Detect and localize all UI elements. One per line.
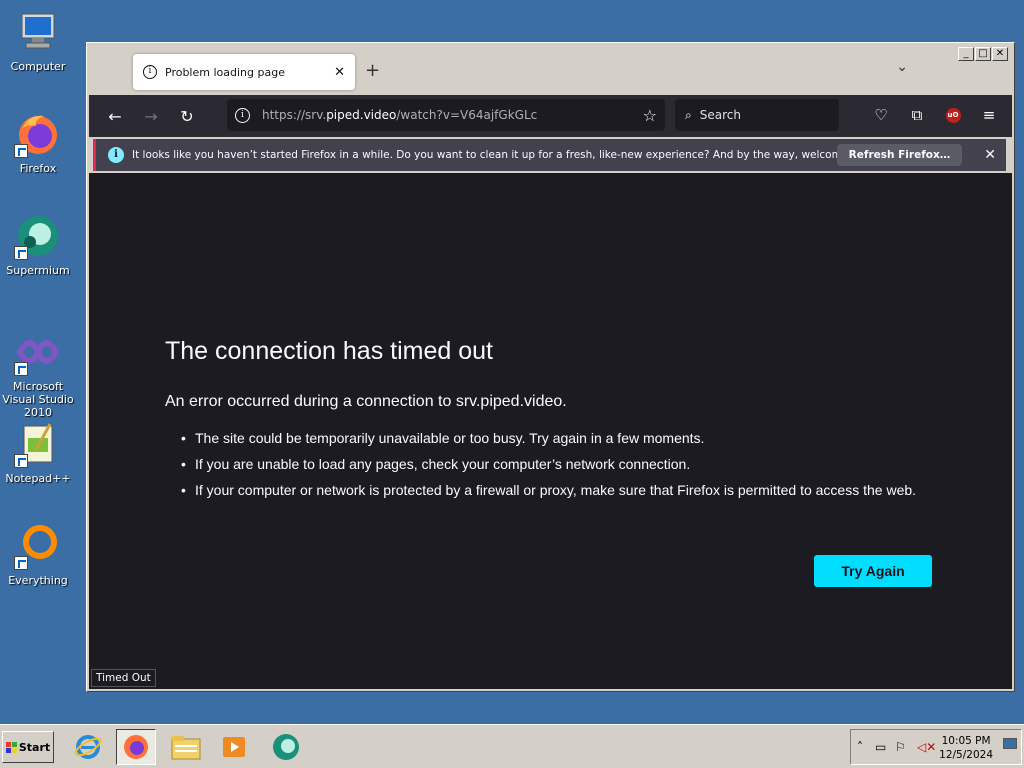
- shortcut-arrow-icon: [14, 144, 28, 158]
- ublock-origin-icon[interactable]: uO: [939, 101, 967, 129]
- close-tab-icon[interactable]: ✕: [334, 65, 345, 80]
- taskbar-supermium[interactable]: [266, 729, 306, 765]
- show-desktop-icon[interactable]: [1003, 738, 1017, 752]
- url-host: piped.video: [326, 108, 397, 122]
- taskbar-firefox[interactable]: [116, 729, 156, 765]
- tab-problem-loading[interactable]: i Problem loading page ✕: [133, 54, 355, 90]
- action-center-flag-icon[interactable]: ⚐: [895, 740, 906, 754]
- error-title: The connection has timed out: [165, 337, 493, 365]
- network-icon[interactable]: ▭: [875, 740, 886, 754]
- clock[interactable]: 10:05 PM 12/5/2024: [939, 734, 993, 762]
- close-notification-icon[interactable]: ✕: [984, 147, 996, 163]
- url-path: /watch?v=V64ajfGkGLc: [396, 108, 538, 122]
- search-placeholder: Search: [699, 108, 741, 122]
- show-hidden-icons-chevron-up-icon[interactable]: ˄: [857, 740, 863, 754]
- pocket-icon[interactable]: ♡: [867, 101, 895, 129]
- shortcut-arrow-icon: [14, 246, 28, 260]
- start-label: Start: [18, 740, 51, 754]
- try-again-button[interactable]: Try Again: [814, 555, 932, 587]
- media-player-icon: [223, 737, 245, 757]
- shortcut-arrow-icon: [14, 556, 28, 570]
- windows-logo-icon: [5, 741, 17, 753]
- desktop-icon-label: Supermium: [6, 264, 70, 277]
- shortcut-arrow-icon: [14, 362, 28, 376]
- supermium-icon: [273, 734, 299, 760]
- desktop-icon-notepad-plus-plus[interactable]: Notepad++: [0, 420, 76, 485]
- reload-icon[interactable]: ↻: [169, 100, 205, 132]
- info-icon: i: [108, 147, 124, 163]
- firefox-icon: [124, 735, 148, 759]
- start-button[interactable]: Start: [2, 731, 54, 763]
- hamburger-menu-icon[interactable]: ≡: [975, 101, 1003, 129]
- supermium-icon: [14, 212, 62, 260]
- back-arrow-icon[interactable]: ←: [97, 100, 133, 132]
- refresh-firefox-button[interactable]: Refresh Firefox…: [836, 144, 963, 166]
- file-explorer-icon: [171, 736, 201, 760]
- search-input[interactable]: ⌕ Search: [675, 99, 839, 131]
- desktop-icon-computer[interactable]: Computer: [0, 8, 76, 73]
- status-panel: Timed Out: [91, 669, 156, 687]
- error-suggestions: The site could be temporarily unavailabl…: [181, 429, 941, 507]
- navigation-toolbar: ← → ↻ i https://srv. piped.video/watch?v=…: [89, 95, 1012, 137]
- tab-strip: i Problem loading page ✕ + ⌄: [89, 45, 1012, 95]
- list-item: If you are unable to load any pages, che…: [181, 455, 941, 473]
- desktop-icon-everything[interactable]: Everything: [0, 522, 76, 587]
- taskbar-media-player[interactable]: [214, 729, 254, 765]
- list-all-tabs-chevron-down-icon[interactable]: ⌄: [896, 59, 908, 75]
- internet-explorer-icon: [74, 735, 102, 759]
- system-tray: ˄ ▭ ⚐ ◁✕ 10:05 PM 12/5/2024: [850, 729, 1022, 765]
- desktop-icon-label: Everything: [8, 574, 68, 587]
- firefox-window: i Problem loading page ✕ + ⌄ _ □ ✕ ← → ↻…: [86, 42, 1015, 692]
- shortcut-arrow-icon: [14, 454, 28, 468]
- desktop-icon-label: Firefox: [19, 162, 57, 175]
- url-scheme: https://srv.: [262, 108, 327, 122]
- list-item: The site could be temporarily unavailabl…: [181, 429, 941, 447]
- new-tab-button[interactable]: +: [365, 61, 380, 81]
- error-page: The connection has timed out An error oc…: [89, 173, 1012, 689]
- search-icon: ⌕: [685, 107, 692, 122]
- window-controls: _ □ ✕: [958, 47, 1008, 61]
- taskbar-file-explorer[interactable]: [166, 729, 206, 765]
- volume-muted-icon[interactable]: ◁✕: [917, 740, 936, 754]
- taskbar: Start ˄ ▭ ⚐ ◁✕ 10:05 PM 12/5/2024: [0, 724, 1024, 768]
- notepad-plus-plus-icon: [14, 420, 62, 468]
- forward-arrow-icon[interactable]: →: [133, 100, 169, 132]
- error-subtitle: An error occurred during a connection to…: [165, 393, 567, 410]
- site-info-icon[interactable]: i: [235, 107, 250, 123]
- info-icon: i: [143, 65, 157, 79]
- url-bar[interactable]: i https://srv. piped.video/watch?v=V64ajf…: [227, 99, 665, 131]
- visual-studio-icon: [14, 328, 62, 376]
- clock-date: 12/5/2024: [939, 749, 993, 761]
- desktop-icon-supermium[interactable]: Supermium: [0, 212, 76, 277]
- desktop-icon-label: Computer: [10, 60, 66, 73]
- desktop-icon-visual-studio[interactable]: Microsoft Visual Studio 2010: [0, 328, 76, 419]
- desktop-icon-label: Notepad++: [5, 472, 71, 485]
- extensions-puzzle-icon[interactable]: ⧉: [903, 101, 931, 129]
- computer-icon: [14, 8, 62, 56]
- taskbar-internet-explorer[interactable]: [68, 729, 108, 765]
- desktop-icon-label: Microsoft Visual Studio 2010: [2, 380, 74, 419]
- notification-message: It looks like you haven’t started Firefo…: [132, 149, 837, 161]
- desktop-icon-firefox[interactable]: Firefox: [0, 110, 76, 175]
- maximize-button[interactable]: □: [975, 47, 991, 61]
- close-window-button[interactable]: ✕: [992, 47, 1008, 61]
- bookmark-star-icon[interactable]: ☆: [643, 106, 657, 125]
- minimize-button[interactable]: _: [958, 47, 974, 61]
- tab-title: Problem loading page: [165, 65, 285, 79]
- everything-icon: [14, 522, 62, 570]
- notification-bar: i It looks like you haven’t started Fire…: [93, 139, 1006, 171]
- clock-time: 10:05 PM: [941, 735, 991, 747]
- firefox-icon: [14, 110, 62, 158]
- list-item: If your computer or network is protected…: [181, 481, 941, 499]
